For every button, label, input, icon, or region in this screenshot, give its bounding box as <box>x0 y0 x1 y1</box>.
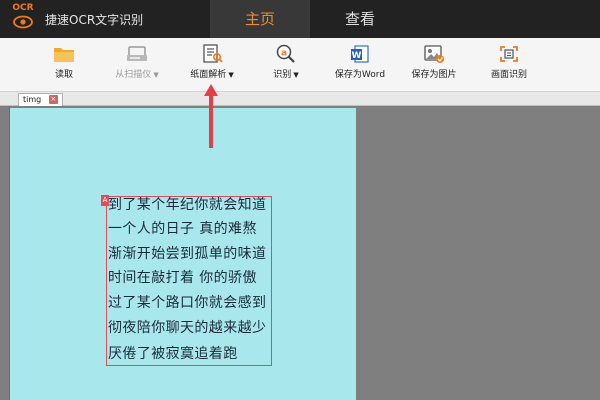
tab-view[interactable]: 查看 <box>310 0 410 38</box>
ocr-text-line: 彻夜陪你聊天的越来越少 <box>108 320 267 336</box>
folder-icon <box>54 48 74 62</box>
paper-parse-button[interactable]: 纸面解析 ▼ <box>186 44 238 80</box>
ribbon-toolbar: 读取 从扫描仪 ▼ 纸面解析 ▼ a 识别 ▼ W 保存为Word 保存为图片 … <box>0 38 600 92</box>
save-image-label: 保存为图片 <box>411 70 457 80</box>
eye-icon <box>13 15 33 29</box>
document-search-icon <box>203 44 223 63</box>
scan-label: 从扫描仪 ▼ <box>115 70 159 80</box>
paper-parse-label: 纸面解析 ▼ <box>190 70 234 80</box>
scanner-icon <box>127 46 147 61</box>
word-icon: W <box>351 45 369 63</box>
close-icon[interactable]: × <box>48 95 58 104</box>
save-image-button[interactable]: 保存为图片 <box>408 44 460 80</box>
svg-text:a: a <box>281 49 287 59</box>
ocr-text-line: 渐渐开始尝到孤单的味道 <box>108 246 267 262</box>
ocr-text-line: 过了某个路口你就会感到 <box>108 295 267 311</box>
document-tab-strip: timg × <box>0 92 600 106</box>
app-logo: OCR <box>8 3 38 33</box>
ocr-text-line: 厌倦了被寂寞追着跑 <box>108 346 238 362</box>
recognize-button[interactable]: a 识别 ▼ <box>268 44 304 80</box>
logo-text: OCR <box>12 3 34 13</box>
recognize-icon: a <box>276 44 295 63</box>
region-recognize-label: 画面识别 <box>490 70 527 80</box>
ocr-text-line: 到了某个年纪你就会知道 <box>108 197 267 213</box>
read-button[interactable]: 读取 <box>46 44 82 80</box>
ocr-text-line: 时间在敲打着 你的骄傲 <box>108 270 257 286</box>
document-tab-timg[interactable]: timg × <box>18 93 63 106</box>
save-word-label: 保存为Word <box>334 70 386 80</box>
app-title: 捷速OCR文字识别 <box>45 13 144 27</box>
document-tab-label: timg <box>23 95 42 104</box>
save-word-button[interactable]: W 保存为Word <box>330 44 390 80</box>
region-recognize-button[interactable]: 画面识别 <box>487 44 531 80</box>
tab-home[interactable]: 主页 <box>210 0 310 38</box>
region-icon <box>500 46 518 62</box>
image-save-icon <box>424 45 444 63</box>
recognize-label: 识别 ▼ <box>273 70 299 80</box>
scan-button[interactable]: 从扫描仪 ▼ <box>110 44 164 80</box>
svg-text:W: W <box>352 51 362 61</box>
read-label: 读取 <box>54 70 73 80</box>
annotation-arrow-icon <box>204 84 218 148</box>
ocr-text-line: 一个人的日子 真的难熬 <box>108 221 257 237</box>
